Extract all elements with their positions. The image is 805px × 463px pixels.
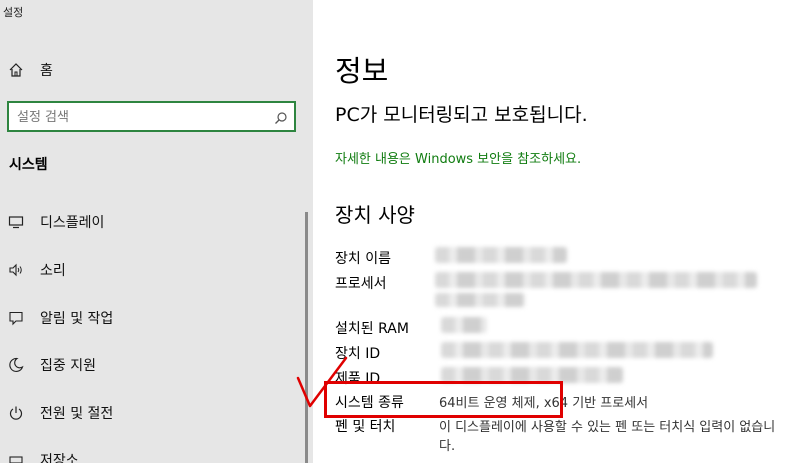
storage-icon bbox=[8, 452, 24, 463]
sidebar-item-storage[interactable]: 저장소 bbox=[0, 440, 300, 463]
power-icon bbox=[8, 405, 24, 421]
sidebar-item-label: 알림 및 작업 bbox=[40, 311, 114, 327]
sidebar-item-label: 홈 bbox=[40, 63, 53, 79]
spec-label-device-id: 장치 ID bbox=[335, 346, 381, 362]
sidebar-item-label: 소리 bbox=[40, 263, 66, 279]
redacted-value bbox=[435, 272, 757, 288]
security-link[interactable]: 자세한 내용은 Windows 보안을 참조하세요. bbox=[335, 148, 581, 167]
sidebar-item-focus-assist[interactable]: 집중 지원 bbox=[0, 345, 300, 385]
sidebar-item-label: 집중 지원 bbox=[40, 358, 96, 374]
spec-value-pen-touch: 이 디스플레이에 사용할 수 있는 펜 또는 터치식 입력이 없습니다. bbox=[439, 420, 776, 454]
sidebar-item-label: 전원 및 절전 bbox=[40, 406, 114, 422]
page-title: 정보 bbox=[335, 54, 389, 88]
sidebar-item-sound[interactable]: 소리 bbox=[0, 250, 300, 290]
sidebar-item-label: 저장소 bbox=[40, 453, 79, 463]
speaker-icon bbox=[8, 262, 24, 278]
search-icon[interactable] bbox=[274, 110, 288, 124]
moon-icon bbox=[8, 357, 24, 373]
protection-status: PC가 모니터링되고 보호됩니다. bbox=[335, 104, 588, 126]
redacted-value bbox=[435, 247, 567, 263]
sidebar-item-display[interactable]: 디스플레이 bbox=[0, 202, 300, 242]
sidebar-item-power[interactable]: 전원 및 절전 bbox=[0, 393, 300, 433]
sidebar-scrollbar[interactable] bbox=[305, 212, 308, 463]
annotation-highlight-box bbox=[324, 381, 563, 418]
sidebar-item-notifications[interactable]: 알림 및 작업 bbox=[0, 298, 300, 338]
redacted-value bbox=[441, 342, 713, 358]
redacted-value bbox=[435, 293, 525, 307]
sidebar: 설정 홈 시스템 디스플레이 소리 알림 및 작업 집중 지원 bbox=[0, 0, 313, 463]
spec-label-ram: 설치된 RAM bbox=[335, 321, 409, 337]
monitor-icon bbox=[8, 214, 24, 230]
search-input[interactable] bbox=[17, 107, 267, 127]
spec-label-processor: 프로세서 bbox=[335, 276, 387, 292]
device-specs-heading: 장치 사양 bbox=[335, 203, 415, 227]
spec-label-device-name: 장치 이름 bbox=[335, 251, 391, 267]
sidebar-item-label: 디스플레이 bbox=[40, 215, 105, 231]
sidebar-item-home[interactable]: 홈 bbox=[0, 50, 300, 90]
spec-label-pen-touch: 펜 및 터치 bbox=[335, 419, 396, 435]
notification-icon bbox=[8, 310, 24, 326]
section-title: 시스템 bbox=[9, 157, 48, 173]
search-box[interactable] bbox=[7, 101, 296, 132]
app-title: 설정 bbox=[3, 6, 24, 19]
home-icon bbox=[8, 62, 24, 78]
redacted-value bbox=[441, 317, 487, 333]
